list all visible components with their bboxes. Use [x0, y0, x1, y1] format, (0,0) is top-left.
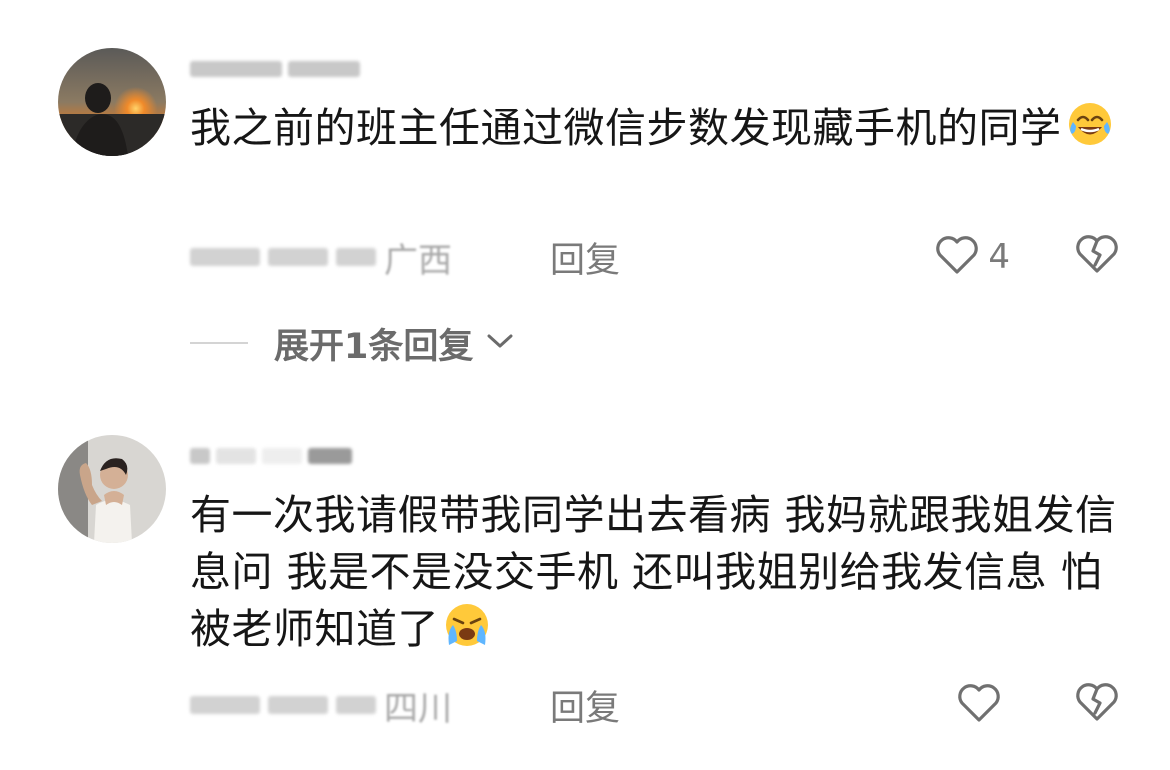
dislike-button[interactable] [1074, 232, 1120, 280]
heart-outline-icon [934, 234, 980, 280]
broken-heart-icon [1074, 235, 1120, 280]
comment-body: 有一次我请假带我同学出去看病 我妈就跟我姐发信息问 我是不是没交手机 还叫我姐别… [190, 491, 1117, 653]
reply-button[interactable]: 回复 [550, 232, 620, 283]
like-count: 4 [988, 237, 1010, 277]
comment-body: 我之前的班主任通过微信步数发现藏手机的同学 [190, 104, 1062, 152]
comment-item: 我之前的班主任通过微信步数发现藏手机的同学 广西 回复 4 展开1条回复 [0, 0, 1170, 395]
location-text: 四川 [384, 688, 452, 729]
username-blurred [216, 448, 256, 464]
crying-emoji [443, 601, 491, 664]
comment-date-location: 四川 [190, 681, 490, 730]
like-button[interactable]: 4 [934, 234, 1010, 280]
username[interactable] [190, 441, 352, 471]
broken-heart-icon [1074, 683, 1120, 728]
username[interactable] [190, 54, 360, 84]
divider-line [190, 342, 248, 344]
dislike-button[interactable] [1074, 680, 1120, 728]
location-text: 广西 [384, 240, 452, 281]
avatar-image [58, 435, 166, 543]
comment-text: 有一次我请假带我同学出去看病 我妈就跟我姐发信息问 我是不是没交手机 还叫我姐别… [190, 487, 1120, 664]
comment-meta: 四川 回复 [190, 680, 1120, 730]
avatar[interactable] [58, 48, 166, 156]
like-button[interactable] [956, 682, 1010, 728]
username-blurred [288, 61, 360, 77]
avatar[interactable] [58, 435, 166, 543]
date-blurred [268, 248, 328, 266]
comment-date-location: 广西 [190, 233, 490, 282]
avatar-image [58, 48, 166, 156]
username-blurred [190, 61, 282, 77]
username-blurred [190, 448, 210, 464]
chevron-down-icon [485, 331, 515, 355]
laughing-tears-emoji [1066, 100, 1114, 163]
date-blurred [190, 696, 260, 714]
username-blurred [308, 448, 352, 464]
reply-button[interactable]: 回复 [550, 680, 620, 731]
comment-text: 我之前的班主任通过微信步数发现藏手机的同学 [190, 100, 1120, 163]
comment-meta: 广西 回复 4 [190, 232, 1120, 282]
date-blurred [336, 696, 376, 714]
expand-replies-label: 展开1条回复 [274, 326, 474, 367]
username-blurred [262, 448, 302, 464]
date-blurred [336, 248, 376, 266]
expand-replies-button[interactable]: 展开1条回复 [190, 318, 515, 368]
comment-item: 有一次我请假带我同学出去看病 我妈就跟我姐发信息问 我是不是没交手机 还叫我姐别… [0, 395, 1170, 770]
date-blurred [190, 248, 260, 266]
date-blurred [268, 696, 328, 714]
heart-outline-icon [956, 682, 1002, 728]
